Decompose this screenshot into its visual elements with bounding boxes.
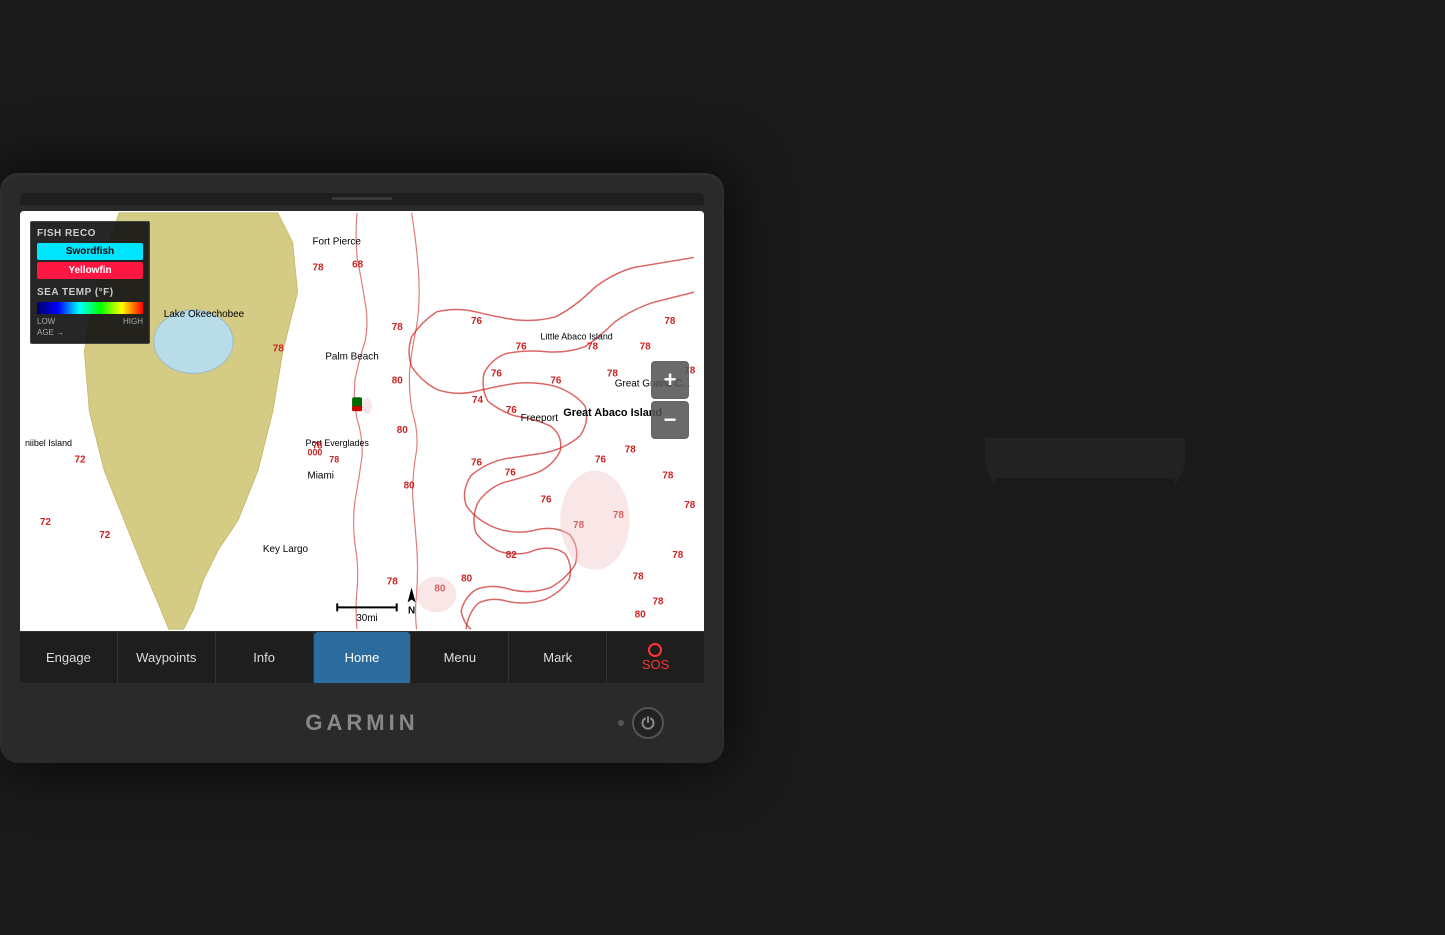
mark-label: Mark <box>543 650 572 665</box>
engage-button[interactable]: Engage <box>20 632 118 683</box>
sos-icon <box>648 642 664 658</box>
waypoints-button[interactable]: Waypoints <box>118 632 216 683</box>
sea-temp-title: SEA TEMP (°F) <box>37 287 143 298</box>
sos-button[interactable]: SOS <box>607 632 704 683</box>
power-button[interactable] <box>632 707 664 739</box>
toolbar: Engage Waypoints Info Home Menu Mark <box>20 631 704 683</box>
gradient-labels: LOW HIGH <box>37 317 143 326</box>
device-bottom: GARMIN <box>20 683 704 763</box>
zoom-controls: + − <box>651 361 689 439</box>
top-bar-indicator <box>332 197 392 200</box>
led-dot <box>618 720 624 726</box>
sea-temp-legend: SEA TEMP (°F) LOW HIGH AGE → <box>37 287 143 337</box>
high-label: HIGH <box>123 317 143 326</box>
home-label: Home <box>345 650 380 665</box>
legend-panel: FISH RECO Swordfish Yellowfin SEA TEMP (… <box>30 221 150 344</box>
menu-button[interactable]: Menu <box>411 632 509 683</box>
device-frame: 30mi N Fort Pierce Lake Okeechobee Palm … <box>0 173 724 763</box>
mark-button[interactable]: Mark <box>509 632 607 683</box>
waypoints-label: Waypoints <box>136 650 196 665</box>
temp-gradient <box>37 302 143 314</box>
engage-label: Engage <box>46 650 91 665</box>
age-label: AGE → <box>37 328 143 337</box>
zoom-out-button[interactable]: − <box>651 401 689 439</box>
sos-label: SOS <box>642 657 669 672</box>
screen-container: 30mi N Fort Pierce Lake Okeechobee Palm … <box>20 211 704 683</box>
info-label: Info <box>253 650 275 665</box>
device-top-bar <box>20 193 704 205</box>
garmin-logo: GARMIN <box>305 710 418 736</box>
low-label: LOW <box>37 317 55 326</box>
zoom-in-button[interactable]: + <box>651 361 689 399</box>
map-screen[interactable]: 30mi N Fort Pierce Lake Okeechobee Palm … <box>20 211 704 631</box>
fish-reco-title: FISH RECO <box>37 228 143 239</box>
home-button[interactable]: Home <box>314 632 412 683</box>
info-button[interactable]: Info <box>216 632 314 683</box>
menu-label: Menu <box>444 650 477 665</box>
device-stand <box>985 438 1185 498</box>
swordfish-legend-item: Swordfish <box>37 243 143 260</box>
yellowfin-legend-item: Yellowfin <box>37 262 143 279</box>
